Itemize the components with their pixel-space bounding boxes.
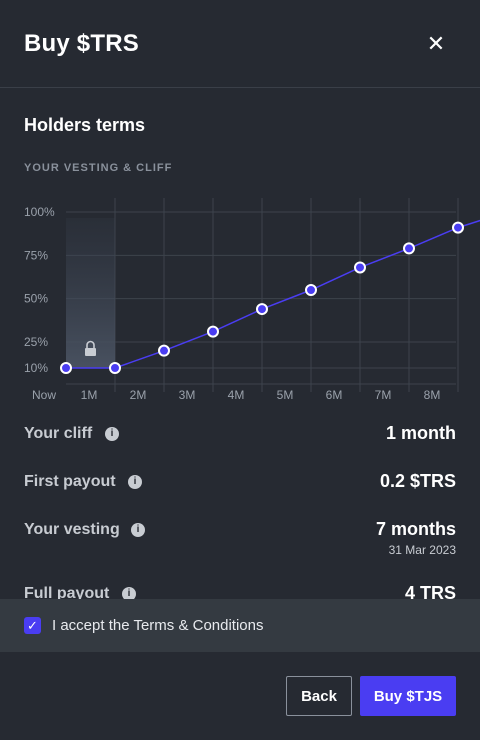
y-tick-label: 75%: [24, 248, 48, 262]
x-tick-label: 1M: [81, 388, 98, 402]
data-point: [403, 242, 415, 255]
first-payout-row: First payout i 0.2 $TRS: [24, 469, 456, 499]
vesting-date: 31 Mar 2023: [388, 543, 456, 557]
x-axis-labels: Now 1M 2M 3M 4M 5M 6M 7M 8M: [32, 388, 440, 402]
first-payout-label: First payout: [24, 473, 116, 490]
x-tick-label: 4M: [228, 388, 245, 402]
x-tick-label: 7M: [375, 388, 392, 402]
section-title: Holders terms: [24, 115, 146, 135]
info-icon[interactable]: i: [128, 475, 142, 489]
cliff-shade: [66, 218, 115, 368]
y-tick-label: 10%: [24, 361, 48, 375]
buy-button[interactable]: Buy $TJS: [360, 676, 456, 716]
info-icon[interactable]: i: [131, 523, 145, 537]
y-tick-label: 50%: [24, 292, 48, 306]
chart-grid: [66, 198, 459, 392]
x-tick-label: 2M: [130, 388, 147, 402]
cliff-label: Your cliff: [24, 425, 93, 442]
x-tick-label: 5M: [277, 388, 294, 402]
close-icon[interactable]: ✕: [424, 30, 448, 58]
cliff-row: Your cliff i 1 month: [24, 421, 456, 451]
x-tick-label: 3M: [179, 388, 196, 402]
vesting-label: Your vesting: [24, 521, 120, 538]
y-tick-label: 100%: [24, 205, 55, 219]
data-point: [109, 362, 121, 374]
cliff-value: 1 month: [386, 423, 456, 443]
data-point: [452, 221, 464, 234]
data-point: [207, 325, 219, 338]
chart-caption: YOUR VESTING & CLIFF: [24, 162, 173, 174]
back-button[interactable]: Back: [286, 676, 352, 716]
first-payout-value: 0.2 $TRS: [379, 471, 456, 491]
y-tick-label: 25%: [24, 335, 48, 349]
data-point: [354, 261, 366, 274]
series-line: [66, 219, 480, 369]
x-tick-label: 6M: [326, 388, 343, 402]
info-icon[interactable]: i: [105, 427, 119, 441]
data-point: [60, 362, 72, 374]
x-tick-label: Now: [32, 388, 56, 402]
x-tick-label: 8M: [424, 388, 441, 402]
modal-title: Buy $TRS: [24, 30, 139, 57]
vesting-row: Your vesting i 7 months 31 Mar 2023: [24, 517, 456, 565]
modal-header: Buy $TRS ✕: [0, 0, 480, 88]
vesting-chart: 100% 75% 50% 25% 10% Now 1M 2M 3M 4M 5M 6M 7M 8M: [24, 198, 480, 402]
data-point: [305, 284, 317, 296]
y-axis-labels: 100% 75% 50% 25% 10%: [24, 205, 55, 375]
accept-terms-bar: ✓ I accept the Terms & Conditions: [0, 599, 480, 652]
data-point: [158, 344, 170, 357]
vesting-series: [60, 219, 480, 374]
accept-label[interactable]: I accept the Terms & Conditions: [52, 617, 264, 634]
cliff-region: [66, 218, 115, 368]
data-point: [256, 303, 268, 316]
vesting-value: 7 months: [375, 519, 456, 539]
accept-checkbox[interactable]: ✓: [24, 617, 41, 634]
